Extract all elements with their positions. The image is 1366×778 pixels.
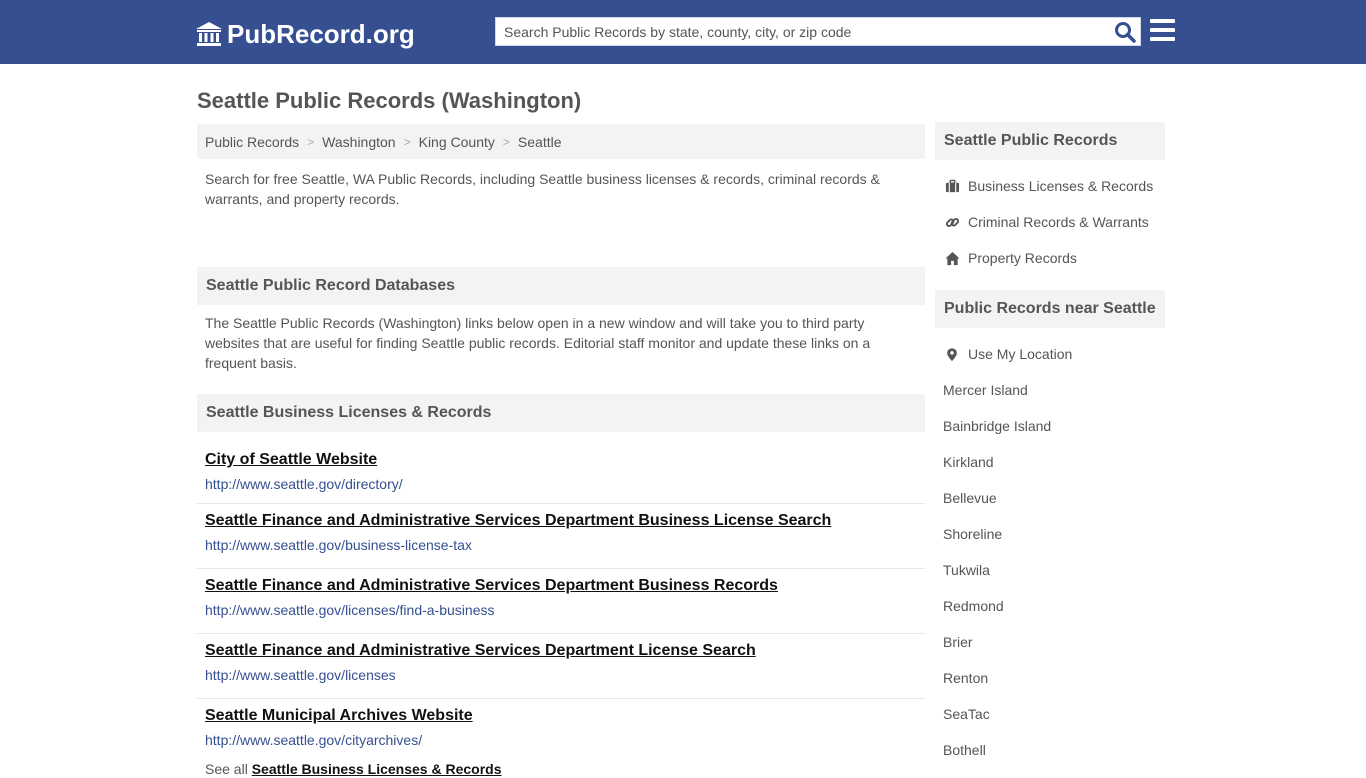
sidebar: Seattle Public Records Business Licenses… [935, 122, 1165, 778]
link-icon [944, 214, 960, 230]
business-record-list: City of Seattle Website http://www.seatt… [197, 432, 925, 764]
breadcrumb-separator: > [403, 134, 411, 149]
record-item: Seattle Finance and Administrative Servi… [197, 504, 925, 569]
sidebar-item-criminal-records[interactable]: Criminal Records & Warrants [935, 204, 1165, 240]
see-all-business-link[interactable]: Seattle Business Licenses & Records [252, 761, 502, 777]
nearby-city-link[interactable]: Bellevue [935, 480, 1165, 516]
use-my-location-button[interactable]: Use My Location [935, 336, 1165, 372]
record-item: Seattle Municipal Archives Website http:… [197, 699, 925, 764]
nearby-city-link[interactable]: Tukwila [935, 552, 1165, 588]
home-icon [944, 250, 960, 266]
record-title-link[interactable]: Seattle Finance and Administrative Servi… [205, 576, 917, 596]
record-item: City of Seattle Website http://www.seatt… [197, 444, 925, 504]
nearby-city-link[interactable]: Kirkland [935, 444, 1165, 480]
nearby-city-link[interactable]: Redmond [935, 588, 1165, 624]
record-url: http://www.seattle.gov/directory/ [205, 476, 403, 492]
nearby-city-link[interactable]: Shoreline [935, 516, 1165, 552]
sidebar-item-property-records[interactable]: Property Records [935, 240, 1165, 276]
sidebar-records-heading: Seattle Public Records [935, 122, 1165, 160]
nearby-city-link[interactable]: Mercer Island [935, 372, 1165, 408]
record-url: http://www.seattle.gov/business-license-… [205, 537, 472, 553]
breadcrumb-washington[interactable]: Washington [322, 134, 395, 150]
site-logo[interactable]: PubRecord.org [195, 18, 415, 50]
courthouse-icon [196, 22, 222, 46]
main-content: Public Records > Washington > King Count… [197, 124, 925, 777]
search-box [495, 17, 1141, 46]
page-title: Seattle Public Records (Washington) [197, 88, 582, 113]
nearby-city-link[interactable]: SeaTac [935, 696, 1165, 732]
use-my-location-label: Use My Location [968, 346, 1073, 362]
see-all-row: See all Seattle Business Licenses & Reco… [197, 761, 925, 777]
breadcrumb-seattle[interactable]: Seattle [518, 134, 562, 150]
breadcrumb-king-county[interactable]: King County [419, 134, 495, 150]
record-title-link[interactable]: Seattle Finance and Administrative Servi… [205, 641, 917, 661]
record-url: http://www.seattle.gov/licenses/find-a-b… [205, 602, 495, 618]
record-title-link[interactable]: Seattle Municipal Archives Website [205, 706, 917, 726]
databases-description: The Seattle Public Records (Washington) … [205, 315, 871, 371]
sidebar-item-label: Business Licenses & Records [968, 178, 1154, 194]
sidebar-records-list: Business Licenses & Records Criminal Rec… [935, 160, 1165, 286]
breadcrumb-public-records[interactable]: Public Records [205, 134, 299, 150]
record-title-link[interactable]: Seattle Finance and Administrative Servi… [205, 511, 917, 531]
record-title-link[interactable]: City of Seattle Website [205, 450, 917, 470]
top-navbar: PubRecord.org [0, 0, 1366, 64]
sidebar-near-heading: Public Records near Seattle [935, 290, 1165, 328]
record-item: Seattle Finance and Administrative Servi… [197, 569, 925, 634]
breadcrumb-separator: > [307, 134, 315, 149]
nearby-city-link[interactable]: Bothell [935, 732, 1165, 768]
see-all-prefix: See all [205, 761, 248, 777]
intro-text: Search for free Seattle, WA Public Recor… [205, 171, 880, 207]
breadcrumb: Public Records > Washington > King Count… [197, 124, 925, 159]
sidebar-item-business-licenses[interactable]: Business Licenses & Records [935, 168, 1165, 204]
business-heading: Seattle Business Licenses & Records [197, 394, 925, 432]
record-item: Seattle Finance and Administrative Servi… [197, 634, 925, 699]
nearby-city-link[interactable]: Renton [935, 660, 1165, 696]
nearby-city-link[interactable]: Bainbridge Island [935, 408, 1165, 444]
breadcrumb-separator: > [502, 134, 510, 149]
databases-heading: Seattle Public Record Databases [197, 267, 925, 305]
sidebar-item-label: Property Records [968, 250, 1077, 266]
sidebar-item-label: Criminal Records & Warrants [968, 214, 1149, 230]
sidebar-nearby-list: Use My Location Mercer Island Bainbridge… [935, 328, 1165, 778]
logo-text: PubRecord.org [227, 19, 415, 49]
nearby-city-link[interactable]: Brier [935, 624, 1165, 660]
search-icon[interactable] [1114, 21, 1136, 43]
hamburger-menu-icon[interactable] [1150, 19, 1175, 41]
map-marker-icon [944, 346, 960, 362]
record-url: http://www.seattle.gov/cityarchives/ [205, 732, 423, 748]
record-url: http://www.seattle.gov/licenses [205, 667, 396, 683]
briefcase-icon [944, 178, 960, 194]
search-input[interactable] [496, 18, 1106, 45]
